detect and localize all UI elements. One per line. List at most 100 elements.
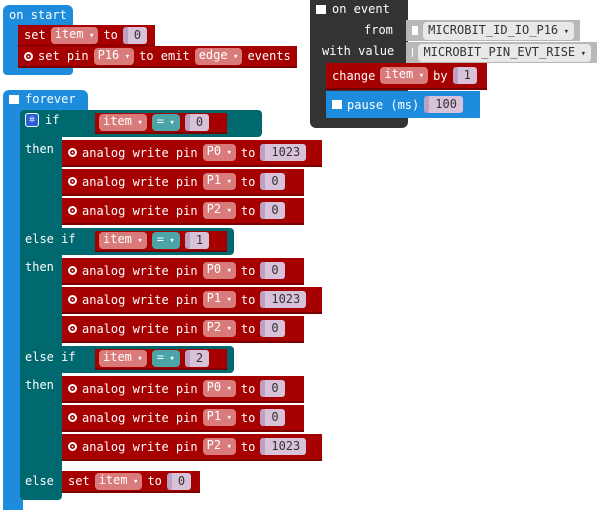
value-input[interactable]: 0 <box>260 173 285 190</box>
if-header: ✲ if <box>25 113 59 127</box>
analog-write-block[interactable]: analog write pin P2 to 0 <box>62 198 304 225</box>
change-label: change <box>332 68 376 83</box>
pin-icon <box>24 51 33 61</box>
forever-header: forever <box>9 92 76 106</box>
operator-dropdown[interactable]: = <box>151 350 180 367</box>
var-dropdown[interactable]: item <box>380 67 429 84</box>
set-pin-label: set pin <box>38 49 89 63</box>
gear-icon[interactable]: ✲ <box>25 113 39 127</box>
by-label: by <box>433 68 448 83</box>
analog-write-block[interactable]: analog write pin P1 to 0 <box>62 405 304 432</box>
with-value-param[interactable]: MICROBIT_PIN_EVT_RISE <box>406 42 597 63</box>
to-label: to <box>240 263 256 278</box>
grid-icon <box>9 94 19 104</box>
pin-dropdown[interactable]: P2 <box>202 202 236 219</box>
pin-dropdown[interactable]: P1 <box>202 173 236 190</box>
pause-input[interactable]: 100 <box>424 96 463 113</box>
analog-write-label: analog write pin <box>82 381 198 396</box>
grid-icon <box>332 100 342 109</box>
set-pin-events-block[interactable]: set pin P16 to emit edge events <box>18 46 297 68</box>
value-input[interactable]: 1023 <box>260 144 307 161</box>
set-label: set <box>24 28 46 42</box>
var-dropdown[interactable]: item <box>94 472 143 490</box>
analog-write-label: analog write pin <box>82 292 198 307</box>
compare-block[interactable]: item = 1 <box>95 231 227 252</box>
var-dropdown[interactable]: item <box>99 114 147 131</box>
analog-write-label: analog write pin <box>82 145 198 160</box>
analog-write-block[interactable]: analog write pin P2 to 0 <box>62 316 304 343</box>
compare-block[interactable]: item = 2 <box>95 349 227 370</box>
var-dropdown[interactable]: item <box>99 350 147 367</box>
with-value-label: with value <box>322 44 395 58</box>
pin-icon <box>68 177 77 186</box>
pin-dropdown[interactable]: P1 <box>202 409 236 426</box>
value-input[interactable]: 0 <box>260 320 285 337</box>
set-item-block[interactable]: set item to 0 <box>18 25 155 47</box>
value-input[interactable]: 0 <box>260 409 285 426</box>
analog-write-block[interactable]: analog write pin P1 to 0 <box>62 169 304 196</box>
then-label: then <box>25 378 54 392</box>
from-param[interactable]: MICROBIT_ID_IO_P16 <box>406 20 580 41</box>
list-icon <box>412 48 414 57</box>
value-input[interactable]: 0 <box>260 380 285 397</box>
pin-dropdown[interactable]: P16 <box>93 47 135 65</box>
operator-dropdown[interactable]: = <box>151 114 180 131</box>
then-label: then <box>25 260 54 274</box>
list-icon <box>412 26 419 35</box>
var-dropdown[interactable]: item <box>50 26 99 44</box>
analog-write-block[interactable]: analog write pin P1 to 1023 <box>62 287 322 314</box>
compare-value-input[interactable]: 0 <box>184 114 210 131</box>
var-dropdown[interactable]: item <box>99 232 147 249</box>
pin-dropdown[interactable]: P1 <box>202 291 236 308</box>
analog-write-label: analog write pin <box>82 174 198 189</box>
analog-write-block[interactable]: analog write pin P2 to 1023 <box>62 434 322 461</box>
if-label: if <box>45 113 60 127</box>
pin-icon <box>68 442 77 451</box>
analog-write-block[interactable]: analog write pin P0 to 1023 <box>62 140 322 167</box>
pin-icon <box>68 295 77 304</box>
operator-dropdown[interactable]: = <box>151 232 180 249</box>
analog-write-label: analog write pin <box>82 203 198 218</box>
pin-dropdown[interactable]: P0 <box>202 262 236 279</box>
from-label: from <box>364 23 393 37</box>
value-input[interactable]: 0 <box>122 26 148 44</box>
if-block[interactable] <box>20 110 62 500</box>
value-input[interactable]: 0 <box>260 262 285 279</box>
pin-dropdown[interactable]: P0 <box>202 380 236 397</box>
source-dropdown[interactable]: MICROBIT_ID_IO_P16 <box>423 21 574 40</box>
pin-dropdown[interactable]: P0 <box>202 144 236 161</box>
pin-dropdown[interactable]: P2 <box>202 320 236 337</box>
value-input[interactable]: 0 <box>260 202 285 219</box>
to-emit-label: to emit <box>139 49 190 63</box>
else-set-block[interactable]: set item to 0 <box>62 471 200 493</box>
value-input[interactable]: 1023 <box>260 291 307 308</box>
pause-block[interactable]: pause (ms) 100 <box>326 91 480 118</box>
list-icon <box>316 4 326 14</box>
compare-value-input[interactable]: 1 <box>184 232 210 249</box>
to-label: to <box>103 28 118 42</box>
pin-icon <box>68 413 77 422</box>
forever-title: forever <box>25 92 76 106</box>
pin-icon <box>68 148 77 157</box>
value-input[interactable]: 1023 <box>260 438 307 455</box>
value-input[interactable]: 1 <box>452 67 477 84</box>
analog-write-label: analog write pin <box>82 321 198 336</box>
analog-write-label: analog write pin <box>82 410 198 425</box>
value-dropdown[interactable]: MICROBIT_PIN_EVT_RISE <box>418 43 591 62</box>
pin-icon <box>68 324 77 333</box>
change-item-block[interactable]: change item by 1 <box>326 63 487 90</box>
edge-dropdown[interactable]: edge <box>194 47 243 65</box>
pin-icon <box>68 266 77 275</box>
pin-dropdown[interactable]: P2 <box>202 438 236 455</box>
to-label: to <box>240 145 256 160</box>
value-input[interactable]: 0 <box>166 472 192 490</box>
on-event-header: on event <box>316 2 390 16</box>
compare-block[interactable]: item = 0 <box>95 113 227 134</box>
on-event-title: on event <box>332 2 390 16</box>
analog-write-block[interactable]: analog write pin P0 to 0 <box>62 376 304 403</box>
compare-value-input[interactable]: 2 <box>184 350 210 367</box>
to-label: to <box>240 292 256 307</box>
analog-write-block[interactable]: analog write pin P0 to 0 <box>62 258 304 285</box>
set-label: set <box>68 474 90 488</box>
pin-icon <box>68 206 77 215</box>
